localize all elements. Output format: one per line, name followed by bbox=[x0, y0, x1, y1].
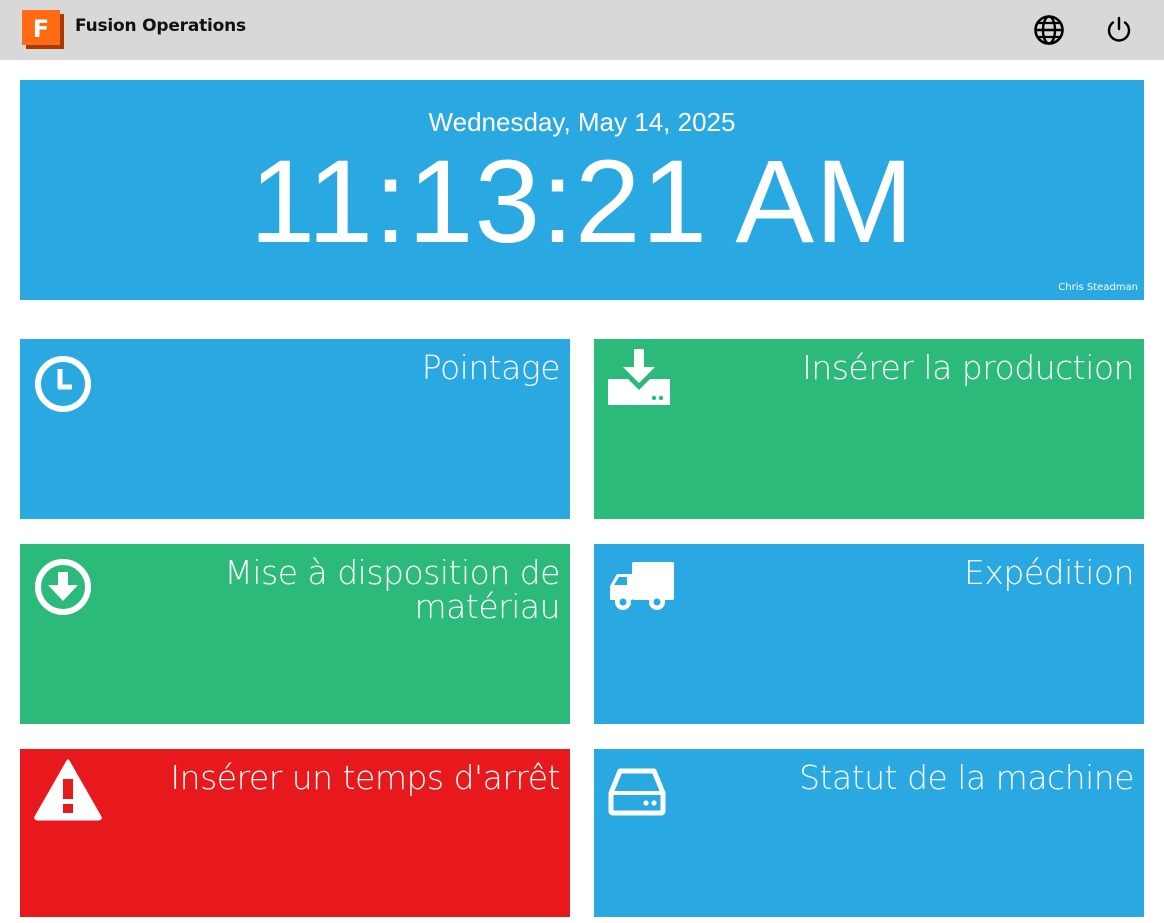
download-tray-icon bbox=[608, 349, 670, 405]
tile-label: Mise à disposition de matériau bbox=[224, 553, 560, 626]
top-bar: F Fusion Operations bbox=[0, 0, 1164, 60]
tile-expedition[interactable]: Expédition bbox=[594, 544, 1144, 724]
current-time: 11:13:21 AM bbox=[249, 136, 915, 268]
tile-inserer-production[interactable]: Insérer la production bbox=[594, 339, 1144, 519]
hard-drive-icon bbox=[608, 768, 666, 816]
tile-label: Pointage bbox=[421, 348, 561, 387]
tile-mise-a-disposition[interactable]: Mise à disposition de matériau bbox=[20, 544, 570, 724]
current-date: Wednesday, May 14, 2025 bbox=[428, 107, 736, 137]
clock-icon bbox=[35, 356, 91, 412]
clock-panel: Wednesday, May 14, 2025 11:13:21 AM Chri… bbox=[20, 80, 1144, 300]
svg-text:F: F bbox=[33, 15, 49, 43]
tile-pointage[interactable]: Pointage bbox=[20, 339, 570, 519]
globe-icon[interactable] bbox=[1033, 14, 1065, 46]
power-icon[interactable] bbox=[1103, 14, 1135, 46]
truck-icon bbox=[610, 562, 674, 610]
tile-label: Expédition bbox=[964, 553, 1134, 592]
tile-label: Statut de la machine bbox=[799, 758, 1134, 797]
tile-label: Insérer la production bbox=[802, 348, 1134, 387]
tile-label: Insérer un temps d'arrêt bbox=[170, 758, 560, 797]
arrow-down-circle-icon bbox=[35, 559, 91, 615]
tile-temps-arret[interactable]: Insérer un temps d'arrêt bbox=[20, 749, 570, 917]
fusion-logo-icon: F bbox=[22, 10, 64, 49]
warning-icon bbox=[34, 759, 102, 821]
user-name: Chris Steadman bbox=[1058, 282, 1138, 293]
app-title: Fusion Operations bbox=[75, 16, 246, 36]
tile-statut-machine[interactable]: Statut de la machine bbox=[594, 749, 1144, 917]
